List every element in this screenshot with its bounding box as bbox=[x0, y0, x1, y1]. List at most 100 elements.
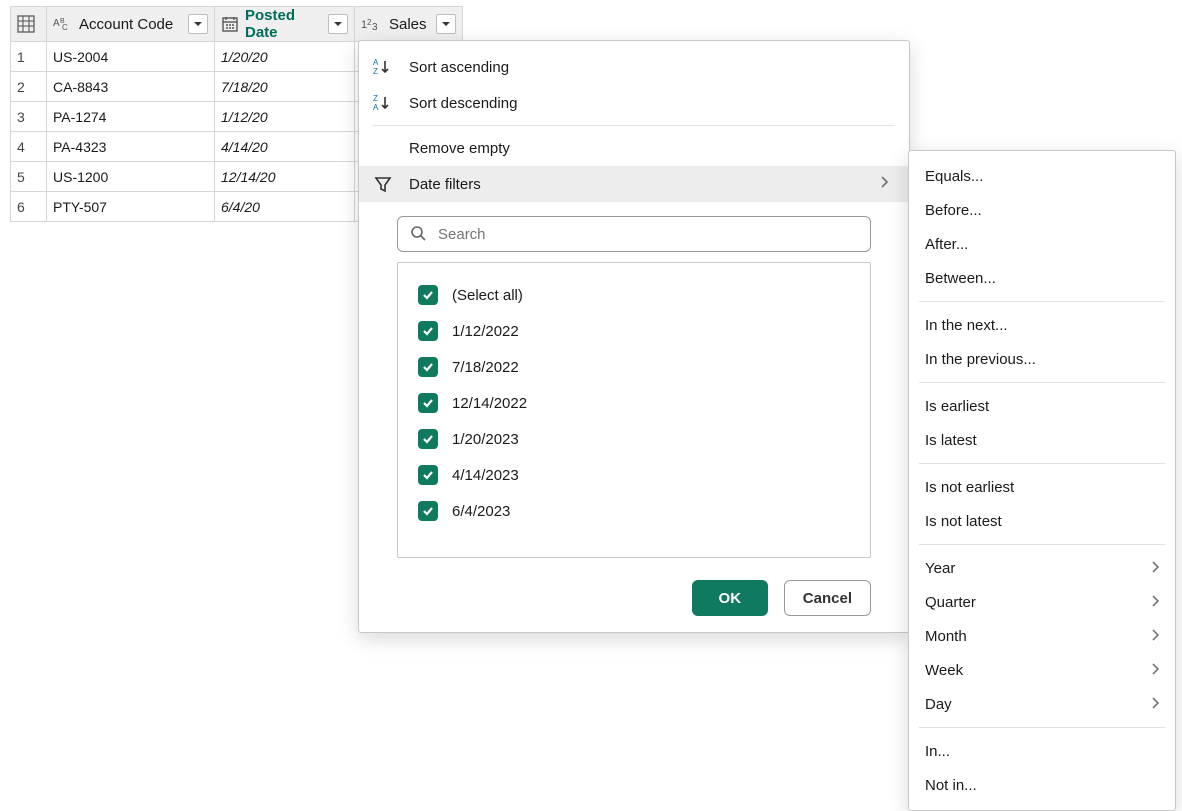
row-number: 1 bbox=[11, 42, 47, 72]
submenu-before[interactable]: Before... bbox=[909, 193, 1175, 227]
chevron-right-icon bbox=[1151, 594, 1159, 611]
submenu-equals[interactable]: Equals... bbox=[909, 159, 1175, 193]
filter-value-item[interactable]: 1/12/2022 bbox=[412, 313, 856, 349]
search-input[interactable] bbox=[436, 225, 858, 244]
filter-values-list: (Select all) 1/12/2022 7/18/2022 12/14/2… bbox=[397, 262, 871, 558]
column-filter-button[interactable] bbox=[328, 14, 348, 34]
row-number: 3 bbox=[11, 102, 47, 132]
text-type-icon: ABC bbox=[53, 15, 73, 33]
row-number: 4 bbox=[11, 132, 47, 162]
filter-value-label: 12/14/2022 bbox=[452, 395, 527, 412]
date-type-icon bbox=[221, 15, 239, 33]
cell-date[interactable]: 1/12/20 bbox=[215, 102, 355, 132]
checkbox-checked-icon[interactable] bbox=[418, 429, 438, 449]
column-filter-panel: AZ Sort ascending ZA Sort descending Rem… bbox=[358, 40, 910, 633]
menu-label: Sort ascending bbox=[409, 59, 509, 76]
submenu-is-not-latest[interactable]: Is not latest bbox=[909, 504, 1175, 538]
filter-value-item[interactable]: 4/14/2023 bbox=[412, 457, 856, 493]
submenu-is-not-earliest[interactable]: Is not earliest bbox=[909, 470, 1175, 504]
cell-account[interactable]: US-2004 bbox=[47, 42, 215, 72]
filter-value-item[interactable]: 12/14/2022 bbox=[412, 385, 856, 421]
corner-cell[interactable] bbox=[11, 7, 47, 42]
checkbox-checked-icon[interactable] bbox=[418, 321, 438, 341]
submenu-day[interactable]: Day bbox=[909, 687, 1175, 721]
svg-text:A: A bbox=[53, 18, 60, 29]
submenu-month[interactable]: Month bbox=[909, 619, 1175, 653]
submenu-after[interactable]: After... bbox=[909, 227, 1175, 261]
submenu-is-earliest[interactable]: Is earliest bbox=[909, 389, 1175, 423]
checkbox-checked-icon[interactable] bbox=[418, 393, 438, 413]
checkbox-checked-icon[interactable] bbox=[418, 501, 438, 521]
menu-separator bbox=[919, 301, 1165, 302]
filter-value-item[interactable]: 6/4/2023 bbox=[412, 493, 856, 529]
filter-icon bbox=[371, 174, 395, 194]
chevron-right-icon bbox=[879, 175, 889, 193]
menu-separator bbox=[373, 125, 895, 126]
search-input-wrapper[interactable] bbox=[397, 216, 871, 252]
menu-remove-empty[interactable]: Remove empty bbox=[359, 130, 909, 166]
cell-date[interactable]: 1/20/20 bbox=[215, 42, 355, 72]
submenu-between[interactable]: Between... bbox=[909, 261, 1175, 295]
menu-label: Remove empty bbox=[409, 140, 510, 157]
column-header-account[interactable]: ABC Account Code bbox=[47, 7, 215, 42]
chevron-right-icon bbox=[1151, 560, 1159, 577]
cell-account[interactable]: CA-8843 bbox=[47, 72, 215, 102]
submenu-quarter[interactable]: Quarter bbox=[909, 585, 1175, 619]
cell-date[interactable]: 4/14/20 bbox=[215, 132, 355, 162]
submenu-in-the-previous[interactable]: In the previous... bbox=[909, 342, 1175, 376]
checkbox-checked-icon[interactable] bbox=[418, 285, 438, 305]
cell-date[interactable]: 6/4/20 bbox=[215, 192, 355, 222]
svg-text:A: A bbox=[373, 58, 379, 67]
checkbox-checked-icon[interactable] bbox=[418, 357, 438, 377]
column-label: Sales bbox=[389, 16, 430, 33]
menu-sort-descending[interactable]: ZA Sort descending bbox=[359, 85, 909, 121]
submenu-week[interactable]: Week bbox=[909, 653, 1175, 687]
cell-account[interactable]: PTY-507 bbox=[47, 192, 215, 222]
sort-descending-icon: ZA bbox=[371, 93, 395, 113]
submenu-in-the-next[interactable]: In the next... bbox=[909, 308, 1175, 342]
row-number: 5 bbox=[11, 162, 47, 192]
filter-value-label: 1/12/2022 bbox=[452, 323, 519, 340]
filter-value-label: (Select all) bbox=[452, 287, 523, 304]
svg-text:3: 3 bbox=[372, 22, 378, 32]
header-row: ABC Account Code Posted Date bbox=[11, 7, 463, 42]
menu-separator bbox=[919, 382, 1165, 383]
filter-value-item[interactable]: 1/20/2023 bbox=[412, 421, 856, 457]
cell-account[interactable]: PA-4323 bbox=[47, 132, 215, 162]
svg-text:Z: Z bbox=[373, 94, 378, 103]
row-number: 2 bbox=[11, 72, 47, 102]
menu-label: Date filters bbox=[409, 176, 481, 193]
ok-button[interactable]: OK bbox=[692, 580, 768, 616]
submenu-in[interactable]: In... bbox=[909, 734, 1175, 768]
chevron-right-icon bbox=[1151, 662, 1159, 679]
column-label: Posted Date bbox=[245, 7, 322, 41]
menu-separator bbox=[919, 463, 1165, 464]
svg-text:A: A bbox=[373, 103, 379, 112]
chevron-right-icon bbox=[1151, 696, 1159, 713]
menu-sort-ascending[interactable]: AZ Sort ascending bbox=[359, 49, 909, 85]
column-label: Account Code bbox=[79, 16, 182, 33]
cancel-button[interactable]: Cancel bbox=[784, 580, 871, 616]
cell-account[interactable]: US-1200 bbox=[47, 162, 215, 192]
chevron-right-icon bbox=[1151, 628, 1159, 645]
filter-value-label: 1/20/2023 bbox=[452, 431, 519, 448]
cell-account[interactable]: PA-1274 bbox=[47, 102, 215, 132]
column-header-sales[interactable]: 123 Sales bbox=[355, 7, 463, 42]
filter-value-label: 4/14/2023 bbox=[452, 467, 519, 484]
cell-date[interactable]: 7/18/20 bbox=[215, 72, 355, 102]
submenu-is-latest[interactable]: Is latest bbox=[909, 423, 1175, 457]
menu-date-filters[interactable]: Date filters bbox=[359, 166, 909, 202]
menu-separator bbox=[919, 727, 1165, 728]
column-header-posted-date[interactable]: Posted Date bbox=[215, 7, 355, 42]
submenu-not-in[interactable]: Not in... bbox=[909, 768, 1175, 802]
menu-separator bbox=[919, 544, 1165, 545]
cell-date[interactable]: 12/14/20 bbox=[215, 162, 355, 192]
column-filter-button[interactable] bbox=[436, 14, 456, 34]
submenu-year[interactable]: Year bbox=[909, 551, 1175, 585]
filter-value-item[interactable]: 7/18/2022 bbox=[412, 349, 856, 385]
filter-value-label: 7/18/2022 bbox=[452, 359, 519, 376]
table-icon bbox=[17, 15, 35, 33]
filter-value-select-all[interactable]: (Select all) bbox=[412, 277, 856, 313]
column-filter-button[interactable] bbox=[188, 14, 208, 34]
checkbox-checked-icon[interactable] bbox=[418, 465, 438, 485]
